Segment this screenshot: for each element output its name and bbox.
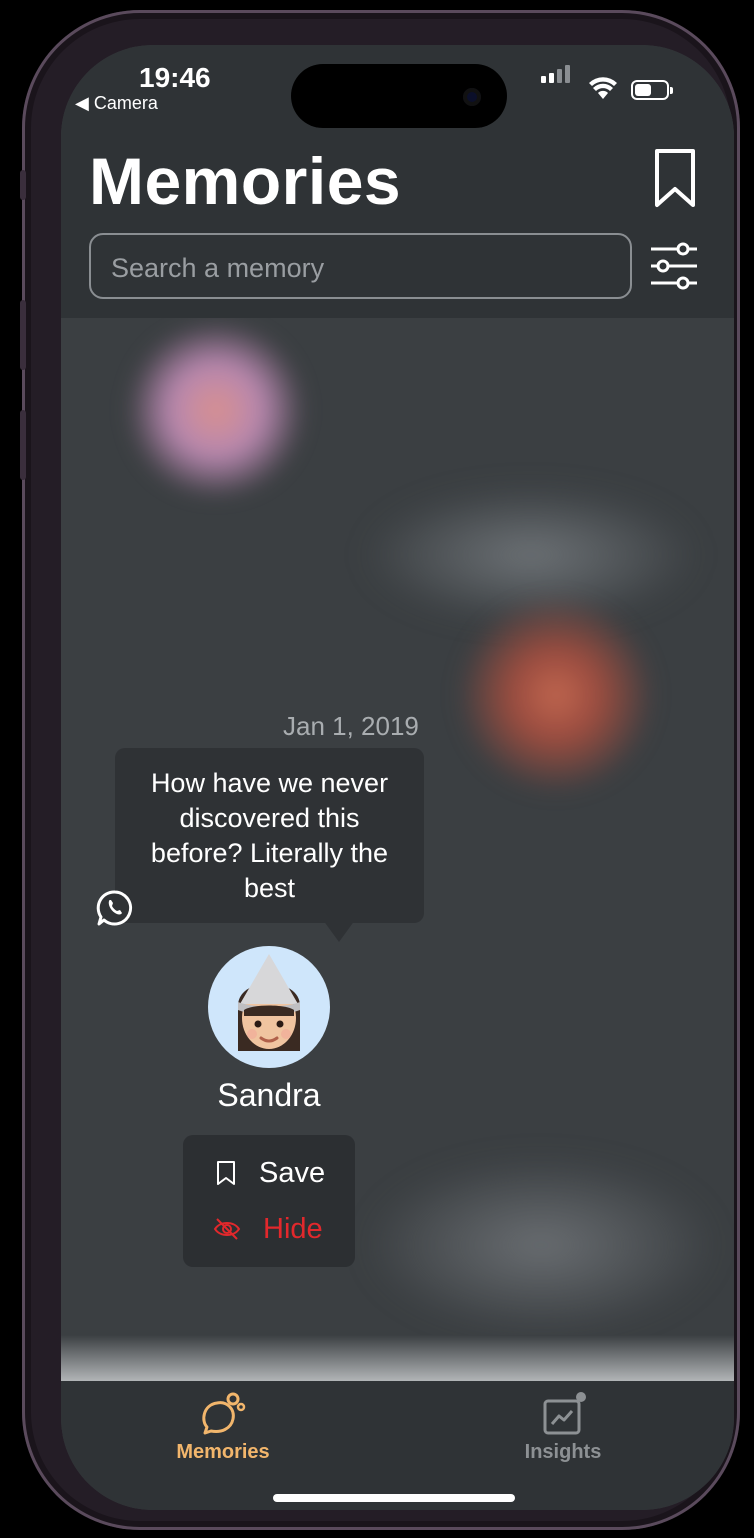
message-bubble[interactable]: How have we never discovered this before… <box>115 748 424 923</box>
avatar[interactable] <box>208 946 330 1068</box>
memories-icon <box>202 1392 246 1435</box>
bubble-tail <box>323 920 355 942</box>
save-label: Save <box>259 1156 326 1189</box>
memoji-avatar-icon <box>238 954 300 1051</box>
bookmark-icon <box>217 1161 235 1185</box>
background-blur <box>456 595 656 795</box>
whatsapp-icon <box>96 890 133 926</box>
bottom-fade <box>61 1335 734 1385</box>
mute-switch <box>20 170 26 200</box>
save-button[interactable]: Save <box>215 1153 325 1193</box>
header: 19:46 ◀ Camera Memories <box>61 45 734 318</box>
tab-bar: Memories Insights <box>61 1381 734 1510</box>
filter-sliders-icon[interactable] <box>649 241 699 291</box>
screen: 19:46 ◀ Camera Memories Search a memory … <box>61 45 734 1510</box>
battery-icon <box>631 80 673 100</box>
hide-label: Hide <box>263 1212 323 1245</box>
background-blur <box>121 325 311 495</box>
status-bar: 19:46 ◀ Camera <box>61 45 734 128</box>
tab-memories-label: Memories <box>176 1441 270 1463</box>
insights-icon <box>543 1392 586 1435</box>
home-indicator[interactable] <box>273 1494 515 1502</box>
search-field[interactable] <box>89 233 632 299</box>
page-title: Memories <box>89 144 402 218</box>
camera-icon <box>463 88 481 106</box>
wifi-icon <box>589 77 617 99</box>
tab-insights-label: Insights <box>524 1441 602 1463</box>
context-menu: Save Hide <box>183 1135 355 1267</box>
message-text: How have we never discovered this before… <box>150 768 389 903</box>
status-time: 19:46 <box>139 62 211 93</box>
bookmark-icon[interactable] <box>651 147 699 211</box>
volume-down-button <box>20 410 26 480</box>
person-name: Sandra <box>217 1077 321 1113</box>
back-to-camera-link[interactable]: ◀ Camera <box>75 93 158 114</box>
tab-insights[interactable]: Insights <box>463 1387 663 1477</box>
tab-memories[interactable]: Memories <box>123 1387 323 1477</box>
eye-slash-icon <box>213 1218 241 1240</box>
search-input[interactable] <box>109 247 613 289</box>
dynamic-island <box>291 64 507 128</box>
background-blur <box>361 1155 721 1335</box>
volume-up-button <box>20 300 26 370</box>
hide-button[interactable]: Hide <box>213 1209 323 1249</box>
memory-date: Jan 1, 2019 <box>283 711 419 741</box>
